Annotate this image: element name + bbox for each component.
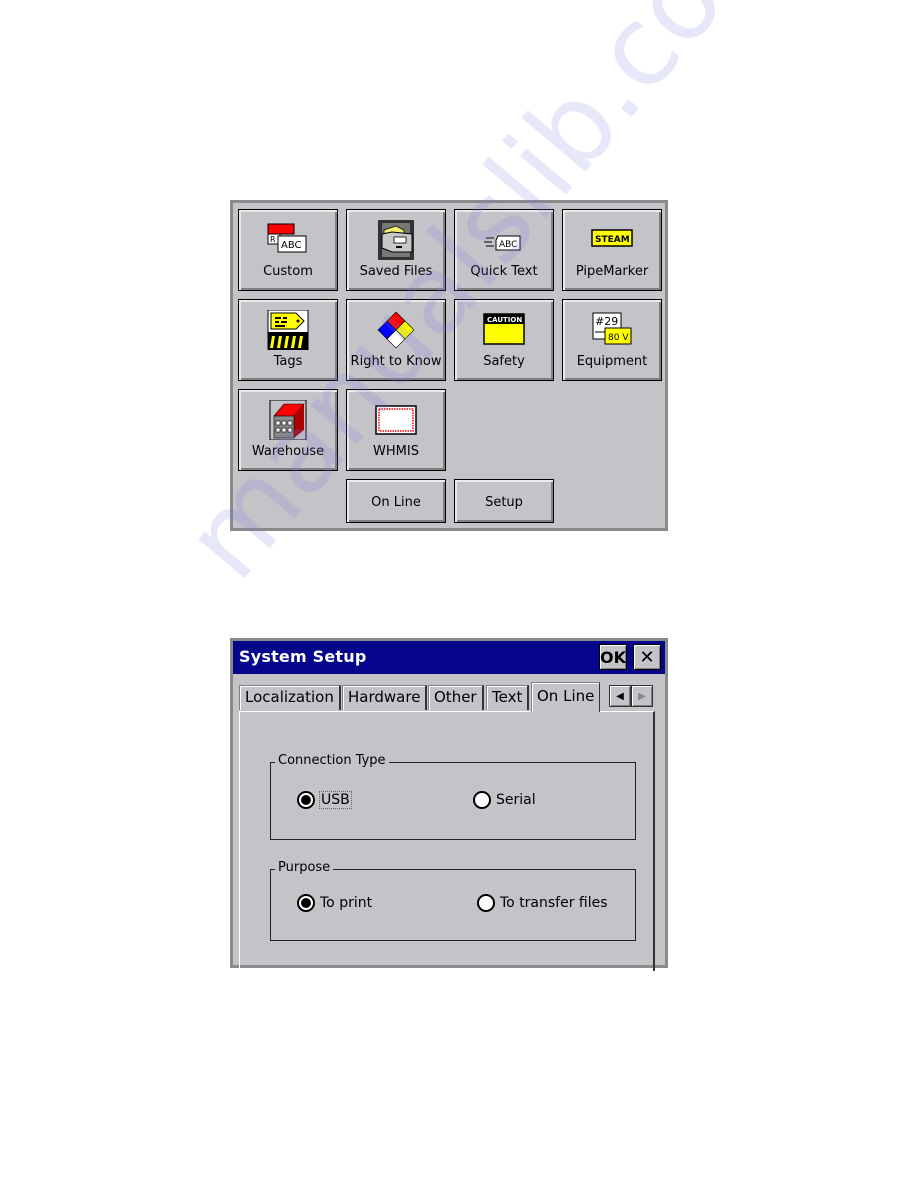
to-print-label: To print bbox=[320, 895, 373, 911]
safety-button[interactable]: CAUTION Safety bbox=[454, 299, 554, 381]
tags-button[interactable]: Tags bbox=[238, 299, 338, 381]
pipemarker-label: PipeMarker bbox=[575, 264, 649, 279]
purpose-group: Purpose To print To transfer files bbox=[270, 860, 636, 941]
whmis-button[interactable]: WHMIS bbox=[346, 389, 446, 471]
purpose-label: Purpose bbox=[275, 860, 334, 875]
connection-type-label: Connection Type bbox=[275, 753, 389, 768]
custom-label-icon: R ABC bbox=[267, 223, 307, 253]
tab-other[interactable]: Other bbox=[428, 685, 484, 710]
on-line-button[interactable]: On Line bbox=[346, 479, 446, 523]
svg-text:80 V: 80 V bbox=[608, 333, 629, 343]
custom-button[interactable]: R ABC Custom bbox=[238, 209, 338, 291]
system-setup-dialog: System Setup OK ✕ Localization Hardware … bbox=[230, 638, 668, 971]
tab-localization[interactable]: Localization bbox=[239, 685, 341, 710]
steam-pipe-marker-icon: STEAM bbox=[591, 229, 633, 247]
equipment-button[interactable]: #29 80 V Equipment bbox=[562, 299, 662, 381]
usb-label: USB bbox=[319, 791, 352, 809]
nfpa-diamond-icon bbox=[377, 311, 415, 349]
tab-scroll-left-button[interactable]: ◀ bbox=[609, 685, 631, 707]
quick-text-button[interactable]: ABC Quick Text bbox=[454, 209, 554, 291]
saved-files-button[interactable]: Saved Files bbox=[346, 209, 446, 291]
arrow-left-icon: ◀ bbox=[616, 690, 624, 702]
arrow-right-icon: ▶ bbox=[638, 690, 646, 702]
quick-text-label: Quick Text bbox=[470, 264, 538, 279]
caution-sign-icon: CAUTION bbox=[483, 313, 525, 345]
tag-icon bbox=[267, 310, 309, 350]
radio-unselected-icon bbox=[477, 894, 495, 912]
to-print-radio[interactable]: To print bbox=[297, 894, 372, 912]
svg-text:STEAM: STEAM bbox=[595, 235, 630, 245]
label-type-launcher: R ABC Custom Saved Files ABC Quick Text bbox=[230, 200, 668, 531]
whmis-border-icon bbox=[375, 405, 417, 435]
tab-hardware[interactable]: Hardware bbox=[342, 685, 428, 710]
safety-label: Safety bbox=[483, 354, 525, 369]
to-transfer-files-label: To transfer files bbox=[500, 895, 608, 911]
equipment-label-icon: #29 80 V bbox=[592, 312, 632, 345]
custom-label: Custom bbox=[263, 264, 313, 279]
pipemarker-button[interactable]: STEAM PipeMarker bbox=[562, 209, 662, 291]
quick-text-icon: ABC bbox=[484, 235, 521, 251]
title-bar: System Setup OK ✕ bbox=[233, 641, 665, 674]
serial-radio[interactable]: Serial bbox=[473, 791, 536, 809]
tab-scroll-right-button[interactable]: ▶ bbox=[631, 685, 653, 707]
equipment-label: Equipment bbox=[576, 354, 648, 369]
saved-files-label: Saved Files bbox=[359, 264, 433, 279]
warehouse-label: Warehouse bbox=[251, 444, 325, 459]
radio-selected-icon bbox=[297, 894, 315, 912]
radio-unselected-icon bbox=[473, 791, 491, 809]
svg-text:#29: #29 bbox=[595, 315, 618, 328]
warehouse-button[interactable]: Warehouse bbox=[238, 389, 338, 471]
svg-text:CAUTION: CAUTION bbox=[487, 316, 522, 324]
tab-text[interactable]: Text bbox=[486, 685, 530, 710]
connection-type-group: Connection Type USB Serial bbox=[270, 753, 636, 840]
right-to-know-label: Right to Know bbox=[350, 354, 442, 369]
serial-label: Serial bbox=[496, 792, 536, 808]
svg-text:ABC: ABC bbox=[281, 240, 302, 251]
dialog-title: System Setup bbox=[239, 647, 367, 666]
to-transfer-files-radio[interactable]: To transfer files bbox=[477, 894, 608, 912]
setup-label: Setup bbox=[485, 495, 523, 510]
warehouse-icon bbox=[269, 400, 307, 440]
on-line-label: On Line bbox=[371, 495, 421, 510]
usb-radio[interactable]: USB bbox=[297, 791, 352, 809]
setup-button[interactable]: Setup bbox=[454, 479, 554, 523]
file-cabinet-icon bbox=[378, 220, 414, 260]
right-to-know-button[interactable]: Right to Know bbox=[346, 299, 446, 381]
close-button[interactable]: ✕ bbox=[633, 644, 661, 670]
svg-text:R: R bbox=[270, 235, 276, 244]
tab-on-line[interactable]: On Line bbox=[531, 682, 601, 712]
close-icon: ✕ bbox=[639, 646, 655, 668]
svg-text:ABC: ABC bbox=[499, 240, 517, 250]
whmis-label: WHMIS bbox=[373, 444, 419, 459]
on-line-tab-page: Connection Type USB Serial Purpose To pr… bbox=[239, 711, 655, 971]
tags-label: Tags bbox=[273, 354, 303, 369]
radio-selected-icon bbox=[297, 791, 315, 809]
ok-button[interactable]: OK bbox=[599, 644, 627, 670]
